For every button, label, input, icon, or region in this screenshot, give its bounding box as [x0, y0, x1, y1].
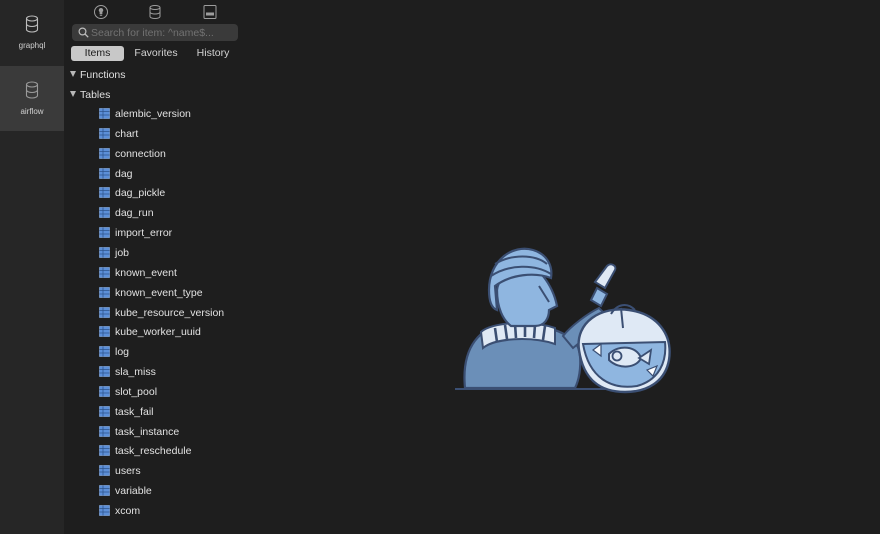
table-icon	[99, 326, 110, 338]
table-name: variable	[115, 485, 152, 498]
table-item[interactable]: alembic_version	[99, 105, 191, 123]
table-name: kube_worker_uuid	[115, 326, 201, 339]
table-item[interactable]: dag_run	[99, 204, 154, 222]
connection-rail: graphql airflow	[0, 0, 64, 534]
tab-favorites[interactable]: Favorites	[129, 46, 183, 61]
table-name: task_reschedule	[115, 445, 192, 458]
table-item[interactable]: sla_miss	[99, 363, 156, 381]
main-panel	[244, 0, 880, 534]
table-item[interactable]: task_reschedule	[99, 442, 191, 460]
sidebar: Items Favorites History Functions Tables…	[64, 0, 244, 534]
search-input[interactable]	[91, 24, 233, 41]
table-name: known_event_type	[115, 286, 203, 299]
table-icon	[99, 286, 110, 298]
table-name: kube_resource_version	[115, 306, 225, 319]
sidebar-toolbar	[64, 4, 244, 20]
table-icon	[99, 227, 110, 238]
tab-items[interactable]: Items	[71, 46, 124, 61]
tree-group-tables[interactable]: Tables	[70, 87, 110, 103]
group-label: Functions	[80, 69, 126, 81]
tab-history[interactable]: History	[189, 46, 237, 61]
table-icon	[99, 465, 110, 477]
group-label: Tables	[80, 89, 111, 101]
table-item[interactable]: variable	[99, 482, 152, 500]
disclosure-triangle-icon[interactable]	[70, 91, 76, 97]
table-icon	[99, 128, 110, 139]
table-name: chart	[115, 127, 139, 140]
table-name: alembic_version	[115, 108, 191, 120]
table-item[interactable]: dag_pickle	[99, 184, 165, 202]
connection-graphql[interactable]: graphql	[0, 0, 64, 65]
table-item[interactable]: xcom	[99, 502, 140, 520]
table-item[interactable]: chart	[99, 125, 138, 143]
bulb-icon[interactable]	[93, 4, 109, 20]
tree-group-functions[interactable]: Functions	[70, 67, 126, 83]
table-item[interactable]: log	[99, 343, 129, 361]
table-icon	[99, 167, 110, 179]
search-icon	[78, 27, 89, 38]
database-icon	[25, 15, 39, 33]
connection-airflow[interactable]: airflow	[0, 66, 64, 131]
table-name: slot_pool	[115, 385, 158, 398]
table-name: task_instance	[115, 425, 180, 438]
search-field[interactable]	[72, 24, 238, 41]
table-name: task_fail	[115, 405, 154, 418]
table-item[interactable]: job	[99, 244, 129, 262]
table-icon	[99, 147, 110, 159]
table-name: connection	[115, 147, 166, 160]
table-item[interactable]: slot_pool	[99, 383, 157, 401]
table-name: xcom	[115, 505, 141, 517]
table-item[interactable]: dag	[99, 165, 133, 183]
table-name: dag_pickle	[115, 187, 166, 200]
table-icon	[99, 266, 110, 278]
disclosure-triangle-icon[interactable]	[70, 71, 76, 77]
table-item[interactable]: kube_resource_version	[99, 304, 224, 322]
table-item[interactable]: known_event	[99, 264, 177, 282]
table-item[interactable]: task_instance	[99, 423, 179, 441]
table-name: log	[115, 346, 130, 359]
table-name: dag_run	[115, 207, 154, 220]
table-icon	[99, 386, 110, 397]
table-name: users	[115, 465, 141, 478]
table-item[interactable]: known_event_type	[99, 284, 203, 302]
table-item[interactable]: users	[99, 462, 141, 480]
table-item[interactable]: import_error	[99, 224, 172, 242]
table-name: sla_miss	[115, 366, 156, 379]
table-icon	[99, 505, 110, 516]
table-name: import_error	[115, 227, 173, 240]
table-icon	[99, 346, 110, 357]
connection-name: airflow	[20, 107, 44, 116]
table-name: dag	[115, 167, 133, 180]
sql-editor-icon[interactable]	[202, 4, 218, 20]
table-icon	[99, 425, 110, 437]
table-icon	[99, 405, 110, 417]
table-icon	[99, 108, 110, 119]
table-icon	[99, 247, 110, 258]
table-icon	[99, 366, 110, 377]
table-icon	[99, 187, 110, 199]
table-icon	[99, 485, 110, 496]
connection-name: graphql	[18, 41, 46, 50]
database-icon	[25, 81, 39, 99]
table-item[interactable]: kube_worker_uuid	[99, 323, 201, 341]
table-icon	[99, 445, 110, 457]
table-item[interactable]: connection	[99, 145, 166, 163]
table-item[interactable]: task_fail	[99, 403, 154, 421]
table-icon	[99, 207, 110, 219]
database-icon[interactable]	[147, 4, 163, 20]
table-name: job	[115, 246, 130, 259]
table-name: known_event	[115, 266, 177, 279]
table-icon	[99, 306, 110, 318]
empty-state-illustration	[455, 247, 671, 394]
